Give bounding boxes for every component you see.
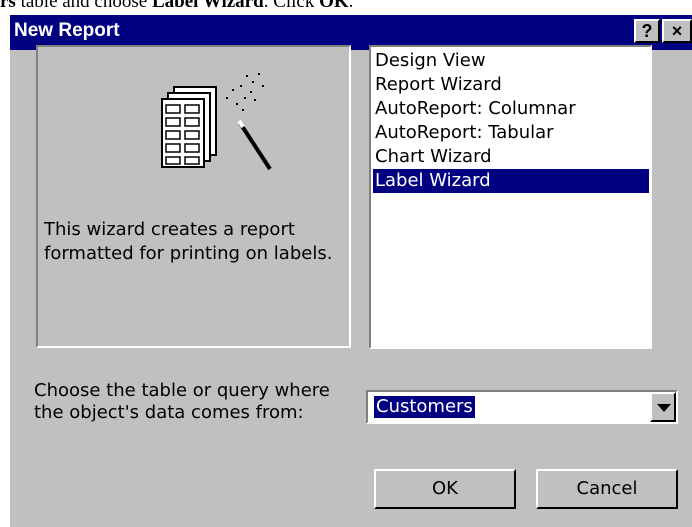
cancel-button[interactable]: Cancel — [536, 469, 678, 509]
list-item-design-view[interactable]: Design View — [373, 49, 649, 73]
list-item-report-wizard[interactable]: Report Wizard — [373, 73, 649, 97]
instruction-text-part: . Click — [263, 0, 320, 12]
label-wizard-icon — [161, 73, 272, 171]
new-report-dialog: New Report ? × This wizard creates a rep… — [10, 15, 692, 527]
help-button[interactable]: ? — [634, 19, 660, 43]
report-type-list[interactable]: Design View Report Wizard AutoReport: Co… — [369, 45, 652, 349]
list-item-autoreport-columnar[interactable]: AutoReport: Columnar — [373, 97, 649, 121]
dialog-title: New Report — [14, 20, 120, 41]
close-button[interactable]: × — [662, 19, 692, 43]
instruction-text-part: . — [348, 0, 354, 12]
instruction-text-part: table and choose — [15, 0, 152, 12]
source-label: Choose the table or query where the obje… — [34, 380, 330, 423]
source-dropdown-value[interactable]: Customers — [374, 396, 475, 418]
source-dropdown[interactable]: Customers — [366, 390, 678, 424]
wizard-description: This wizard creates a report formatted f… — [44, 219, 333, 264]
ok-button[interactable]: OK — [374, 469, 516, 509]
list-item-label-wizard[interactable]: Label Wizard — [373, 169, 649, 193]
preview-panel: This wizard creates a report formatted f… — [36, 45, 351, 348]
instruction-text: rs table and choose Label Wizard. Click … — [0, 0, 692, 15]
list-item-autoreport-tabular[interactable]: AutoReport: Tabular — [373, 121, 649, 145]
instruction-text-part: rs — [0, 0, 16, 12]
chevron-down-icon — [657, 404, 671, 412]
list-item-chart-wizard[interactable]: Chart Wizard — [373, 145, 649, 169]
instruction-text-part: OK — [319, 0, 349, 12]
instruction-text-part: Label Wizard — [151, 0, 264, 12]
dropdown-button[interactable] — [650, 392, 676, 422]
